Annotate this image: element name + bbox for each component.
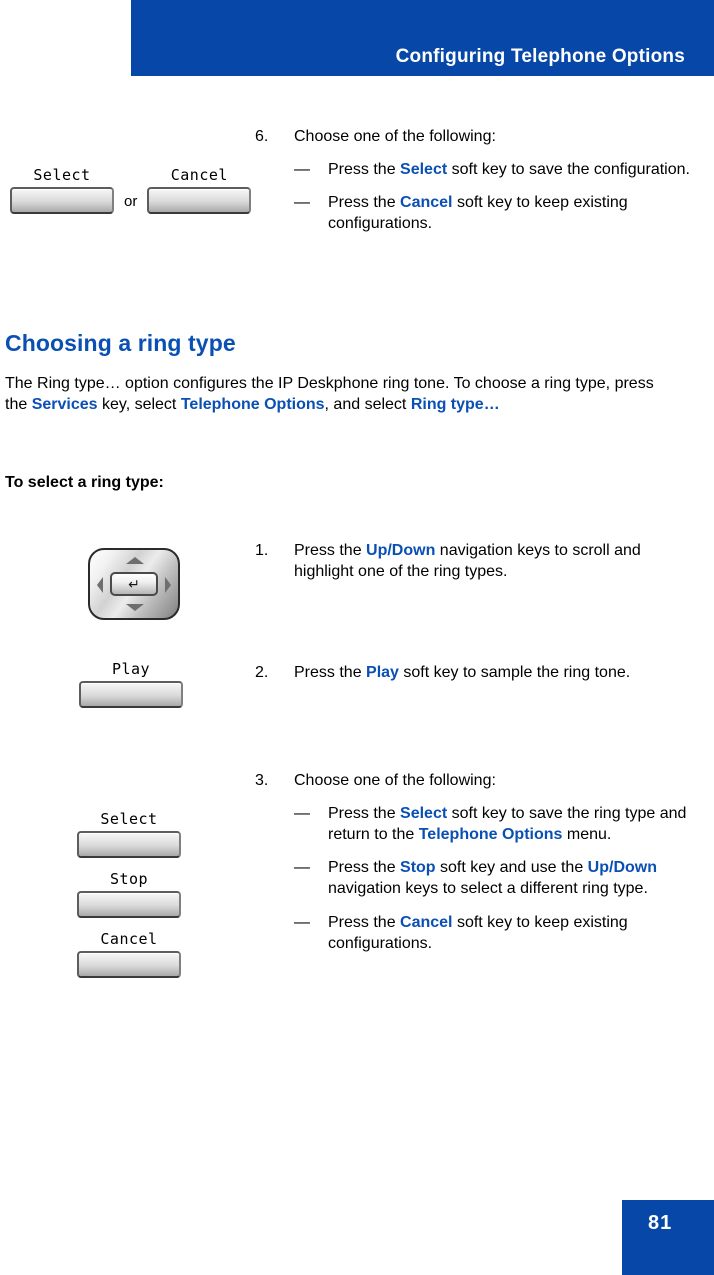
- step-1-text: 1. Press the Up/Down navigation keys to …: [255, 540, 714, 582]
- step-6-substep-1-dash: —: [294, 161, 310, 179]
- page-header-title: Configuring Telephone Options: [395, 46, 685, 67]
- step-3-substep-2-pre: Press the: [328, 859, 401, 877]
- step-6-illustration: Select or Cancel: [0, 126, 255, 214]
- step-1-keyword: Up/Down: [366, 542, 436, 559]
- navigation-left-icon[interactable]: [97, 577, 103, 593]
- step-3-substep-2-dash: —: [294, 859, 310, 877]
- step-2-number: 2.: [255, 664, 269, 681]
- footer-page-box: 81: [622, 1200, 714, 1275]
- section-heading-block: Choosing a ring type: [5, 330, 705, 357]
- enter-arrow-icon: ↵: [128, 576, 140, 592]
- softkey-pair-select-cancel: Select or Cancel: [0, 168, 255, 214]
- step-3-substep-1-post: menu.: [562, 826, 612, 844]
- softkey-cancel-label: Cancel: [170, 166, 228, 184]
- step-1-number: 1.: [255, 542, 269, 559]
- navigation-right-icon[interactable]: [165, 577, 171, 593]
- step-3-text: 3. Choose one of the following: — Press …: [255, 770, 714, 954]
- step-2-keyword: Play: [366, 664, 399, 681]
- step-6-substep-1: — Press the Select soft key to save the …: [294, 159, 696, 180]
- lead-in-text: To select a ring type:: [5, 474, 164, 491]
- step-3-substep-2: — Press the Stop soft key and use the Up…: [294, 857, 696, 899]
- step-3-substep-1: — Press the Select soft key to save the …: [294, 803, 696, 845]
- section-paragraph: The Ring type… option configures the IP …: [5, 373, 665, 415]
- page-header-banner: Configuring Telephone Options: [131, 0, 714, 76]
- step-1: 1. Press the Up/Down navigation keys to …: [255, 540, 696, 582]
- step-3-substep-3-keyword: Cancel: [400, 913, 453, 931]
- section-heading: Choosing a ring type: [5, 330, 236, 356]
- step-3-substep-3-pre: Press the: [328, 913, 401, 931]
- section-paragraph-block: The Ring type… option configures the IP …: [5, 373, 665, 415]
- step-6-substep-2-dash: —: [294, 194, 310, 212]
- step-6-substep-1-pre: Press the: [328, 161, 401, 179]
- softkey-stack: Select Stop Cancel: [0, 770, 255, 978]
- step-3-substep-1-keyword-2: Telephone Options: [418, 826, 563, 844]
- step-6-number: 6.: [255, 128, 269, 145]
- step-3-substep-2-post: navigation keys to select a different ri…: [328, 880, 648, 898]
- step-3-substep-2-keyword-2: Up/Down: [587, 859, 657, 877]
- step-6-title: Choose one of the following:: [294, 128, 496, 145]
- step-1-pre: Press the: [294, 542, 367, 559]
- step-3-title: Choose one of the following:: [294, 772, 496, 789]
- step-3-number: 3.: [255, 772, 269, 789]
- step-3-substep-3: — Press the Cancel soft key to keep exis…: [294, 912, 696, 954]
- softkey-stop[interactable]: Stop: [77, 872, 181, 918]
- step-3-substep-2-mid: soft key and use the: [435, 859, 588, 877]
- step-1-row: ↵ 1. Press the Up/Down navigation keys t…: [0, 540, 714, 620]
- step-3-illustration: Select Stop Cancel: [0, 770, 255, 978]
- step-2-text: 2. Press the Play soft key to sample the…: [255, 662, 714, 683]
- step-6-row: Select or Cancel 6. Choose one of the fo…: [0, 126, 714, 234]
- step-6-substep-1-keyword: Select: [400, 161, 448, 179]
- step-3: 3. Choose one of the following: — Press …: [255, 770, 696, 954]
- paragraph-part-2: key, select: [97, 396, 181, 414]
- step-2-pre: Press the: [294, 664, 367, 681]
- softkey-select-2[interactable]: Select: [77, 812, 181, 858]
- navigation-up-icon[interactable]: [126, 557, 144, 564]
- navigation-enter-key[interactable]: ↵: [110, 572, 158, 596]
- softkey-cancel[interactable]: Cancel: [147, 166, 252, 214]
- step-3-substep-1-pre: Press the: [328, 805, 401, 823]
- step-3-substep-1-dash: —: [294, 805, 310, 823]
- softkey-stop-button[interactable]: [77, 891, 181, 918]
- step-6-substep-2-pre: Press the: [328, 194, 401, 212]
- step-3-substep-2-keyword: Stop: [400, 859, 436, 877]
- paragraph-keyword-services: Services: [31, 396, 98, 414]
- step-3-row: Select Stop Cancel 3. Choose one of the …: [0, 770, 714, 978]
- step-6-substep-1-post: soft key to save the configuration.: [447, 161, 690, 179]
- step-6-substep-2-keyword: Cancel: [400, 194, 453, 212]
- paragraph-keyword-telephone-options: Telephone Options: [180, 396, 325, 414]
- step-2-illustration: Play: [0, 662, 255, 708]
- softkey-play-label: Play: [111, 660, 151, 678]
- step-2-post: soft key to sample the ring tone.: [398, 664, 631, 681]
- softkey-select[interactable]: Select: [10, 168, 114, 214]
- navigation-down-icon[interactable]: [126, 604, 144, 611]
- softkey-play-button[interactable]: [79, 681, 183, 708]
- softkey-cancel-2-label: Cancel: [100, 930, 158, 948]
- step-2-row: Play 2. Press the Play soft key to sampl…: [0, 662, 714, 708]
- step-6: 6. Choose one of the following: — Press …: [255, 126, 696, 234]
- lead-in-block: To select a ring type:: [5, 474, 665, 492]
- step-1-illustration: ↵: [0, 540, 255, 620]
- paragraph-keyword-ring-type: Ring type…: [410, 396, 500, 414]
- step-6-text: 6. Choose one of the following: — Press …: [255, 126, 714, 234]
- softkey-cancel-2-button[interactable]: [77, 951, 181, 978]
- navigation-pad[interactable]: ↵: [88, 548, 180, 620]
- softkey-play[interactable]: Play: [79, 662, 183, 708]
- softkey-select-label: Select: [33, 166, 91, 184]
- step-3-substep-3-dash: —: [294, 913, 310, 931]
- softkey-select-2-label: Select: [100, 810, 158, 828]
- page-number: 81: [648, 1212, 673, 1234]
- softkey-conjunction: or: [124, 193, 138, 210]
- softkey-cancel-2[interactable]: Cancel: [77, 932, 181, 978]
- paragraph-part-3: , and select: [324, 396, 411, 414]
- step-6-substep-2: — Press the Cancel soft key to keep exis…: [294, 192, 696, 234]
- step-3-substep-1-keyword: Select: [400, 805, 448, 823]
- softkey-select-2-button[interactable]: [77, 831, 181, 858]
- step-2: 2. Press the Play soft key to sample the…: [255, 662, 696, 683]
- softkey-select-button[interactable]: [10, 187, 114, 214]
- softkey-cancel-button[interactable]: [147, 187, 252, 214]
- softkey-stop-label: Stop: [109, 870, 149, 888]
